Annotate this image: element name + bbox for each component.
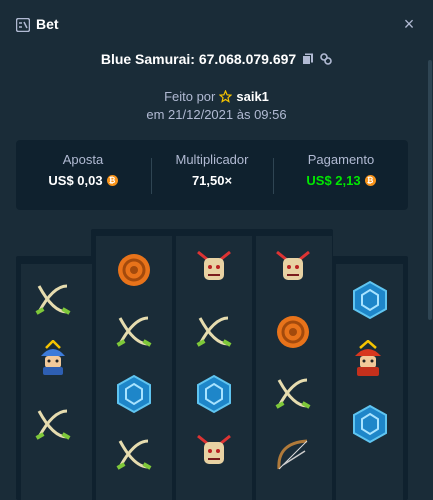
stat-bet-label: Aposta xyxy=(62,152,104,167)
star-icon xyxy=(219,89,233,103)
crossed-swords-icon xyxy=(35,409,71,440)
game-title: Blue Samurai: 67.068.079.697 xyxy=(100,51,297,67)
modal-title: Bet xyxy=(36,16,59,32)
made-by-label: Feito por xyxy=(164,88,216,104)
stat-bet-value: US$ 0,03 xyxy=(48,173,103,188)
close-icon: × xyxy=(403,13,415,34)
scrollbar[interactable] xyxy=(428,60,432,320)
bet-icon xyxy=(16,18,30,32)
orange-target-icon xyxy=(277,316,309,348)
blue-hex-gem-icon xyxy=(353,280,387,320)
stat-bet: Aposta US$ 0,03 ₿ xyxy=(18,152,148,188)
oni-mask-icon xyxy=(197,250,231,280)
bet-modal: Bet × Blue Samurai: 67.068.079.697 Feito… xyxy=(0,0,433,500)
copy-icon[interactable] xyxy=(302,53,314,65)
blue-hex-gem-icon xyxy=(117,374,151,414)
stat-multiplier-label: Multiplicador xyxy=(175,152,249,167)
link-icon[interactable] xyxy=(320,53,332,65)
bet-date: em 21/12/2021 às 09:56 xyxy=(146,107,287,122)
made-by: Feito por saik1 xyxy=(0,87,433,105)
red-samurai-helmet-icon xyxy=(355,340,381,376)
stat-multiplier-value: 71,50× xyxy=(191,173,233,188)
crossed-swords-icon xyxy=(196,316,232,347)
crossed-swords-icon xyxy=(116,316,152,347)
bitcoin-icon: ₿ xyxy=(364,175,376,186)
crossed-swords-icon xyxy=(275,378,311,409)
bow-icon xyxy=(277,439,308,470)
bitcoin-icon: ₿ xyxy=(106,175,118,186)
stat-payout-label: Pagamento xyxy=(307,152,375,167)
stats-panel: Aposta US$ 0,03 ₿ Multiplicador 71,50× P… xyxy=(16,140,408,210)
divider xyxy=(273,158,274,194)
oni-mask-icon xyxy=(197,434,231,464)
blue-samurai-helmet-icon xyxy=(41,340,65,375)
game-info: Blue Samurai: 67.068.079.697 xyxy=(0,49,433,69)
username-link[interactable]: saik1 xyxy=(236,89,269,104)
blue-hex-gem-icon xyxy=(197,374,231,414)
orange-target-icon xyxy=(118,254,150,286)
crossed-swords-icon xyxy=(35,284,71,315)
close-button[interactable]: × xyxy=(399,14,419,34)
modal-header: Bet × xyxy=(0,0,433,50)
stat-multiplier: Multiplicador 71,50× xyxy=(147,152,277,188)
oni-mask-icon xyxy=(276,250,310,280)
stat-payout-value: US$ 2,13 xyxy=(306,173,361,188)
crossed-swords-icon xyxy=(116,439,152,470)
stat-payout: Pagamento US$ 2,13 ₿ xyxy=(276,152,406,188)
blue-hex-gem-icon xyxy=(353,404,387,444)
